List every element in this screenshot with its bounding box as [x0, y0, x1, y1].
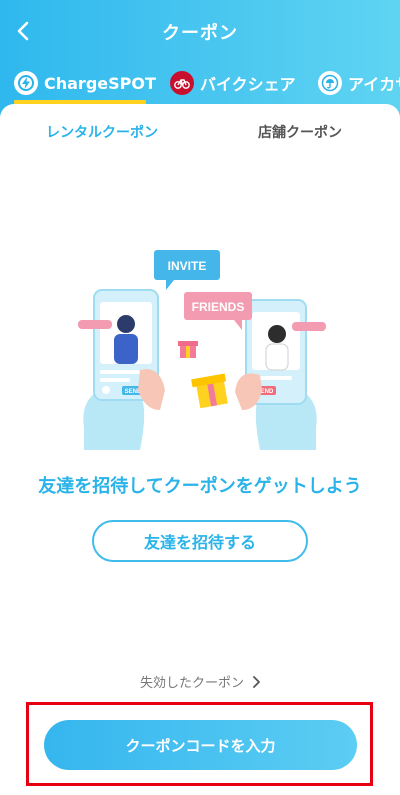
gift-box-large-icon	[191, 373, 228, 409]
chargespot-icon	[14, 71, 38, 95]
coupon-panel: レンタルクーポン 店舗クーポン SEND SEND INVITE FRIENDS…	[0, 104, 400, 795]
invite-friends-illustration: SEND SEND INVITE FRIENDS	[78, 250, 326, 450]
subtab-rental-coupon[interactable]: レンタルクーポン	[46, 122, 158, 142]
right-phone-illustration: SEND	[235, 299, 326, 450]
expired-coupons-label: 失効したクーポン	[139, 676, 244, 691]
service-tabbar: ChargeSPOT バイクシェア アイカサ	[0, 62, 400, 104]
tab-label: アイカサ	[348, 75, 400, 94]
tab-label: ChargeSPOT	[44, 73, 156, 93]
page-title: クーポン	[162, 23, 238, 44]
left-phone-illustration: SEND	[78, 289, 165, 450]
friends-bubble-label: FRIENDS	[192, 300, 245, 314]
tab-aikasa[interactable]: アイカサ	[318, 62, 400, 104]
app-header: クーポン	[0, 0, 400, 62]
tab-bikeshare[interactable]: バイクシェア	[170, 62, 296, 104]
invite-headline: 友達を招待してクーポンをゲットしよう	[38, 476, 362, 497]
enter-coupon-code-button[interactable]: クーポンコードを入力	[44, 720, 357, 770]
expired-coupons-link[interactable]: 失効したクーポン	[0, 672, 400, 691]
invite-friends-button[interactable]: 友達を招待する	[92, 520, 308, 562]
chevron-right-icon	[252, 675, 260, 688]
umbrella-icon	[318, 71, 342, 95]
tab-chargespot[interactable]: ChargeSPOT	[14, 62, 156, 104]
invite-bubble: INVITE	[154, 250, 220, 290]
invite-bubble-label: INVITE	[168, 259, 207, 273]
friends-bubble: FRIENDS	[184, 292, 252, 330]
gift-box-small-icon	[178, 341, 198, 358]
tab-label: バイクシェア	[200, 75, 296, 94]
subtab-store-coupon[interactable]: 店舗クーポン	[258, 122, 342, 142]
bicycle-icon	[170, 71, 194, 95]
